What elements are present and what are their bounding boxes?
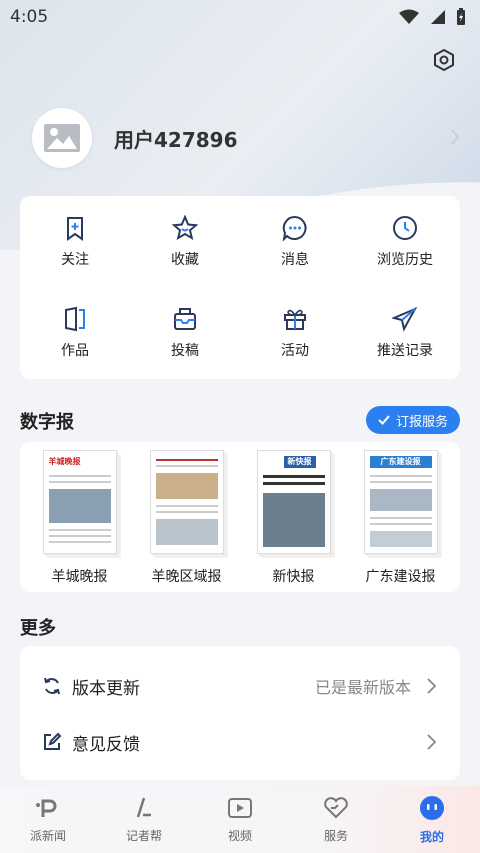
username: 用户427896: [114, 127, 238, 152]
inbox-icon: [174, 308, 196, 330]
quick-action-label: 活动: [281, 343, 309, 359]
quick-action-1[interactable]: 关注: [20, 196, 130, 287]
tab-mine[interactable]: 我的: [384, 786, 480, 853]
quick-action-label: 投稿: [171, 343, 199, 359]
newspaper-cover: 新快报: [256, 450, 331, 554]
status-bar: 4:05: [0, 0, 480, 34]
quick-action-label: 消息: [281, 251, 309, 268]
message-icon: [282, 215, 307, 241]
tab-reporter[interactable]: 记者帮: [96, 786, 192, 853]
feedback-row[interactable]: 意见反馈: [20, 714, 460, 770]
quick-actions-card: 关注 收藏 消息 浏览历史作品 投稿 活动 推送记录: [20, 196, 460, 379]
newspaper-cover: [149, 450, 224, 554]
heart-icon: [324, 797, 348, 819]
tab-service[interactable]: 服务: [288, 786, 384, 853]
quick-action-label: 浏览历史: [377, 251, 433, 268]
reporter-icon: [136, 797, 151, 818]
quick-action-label: 推送记录: [377, 343, 433, 359]
version-status: 已是最新版本: [314, 678, 411, 697]
status-time: 4:05: [10, 7, 49, 27]
play-icon: [228, 798, 252, 818]
settings-icon: [434, 48, 454, 72]
digital-paper-title: 数字报: [20, 412, 74, 433]
version-update-label: 版本更新: [72, 678, 140, 699]
newspaper-name: 羊城晚报: [51, 569, 108, 585]
edit-icon: [44, 732, 62, 750]
newspaper-name: 新快报: [272, 569, 315, 585]
send-icon: [392, 306, 418, 332]
quick-action-8[interactable]: 推送记录: [350, 287, 460, 379]
face-icon: [420, 796, 444, 820]
newspaper-name: 广东建设报: [365, 569, 436, 585]
subscribe-label: 订报服务: [395, 414, 448, 430]
quick-action-label: 关注: [61, 251, 89, 268]
tab-video[interactable]: 视频: [192, 786, 288, 853]
bottom-tab-bar: 派新闻 记者帮 视频 服务 我的: [0, 786, 480, 853]
newspaper-name: 羊晚区域报: [151, 569, 222, 585]
clock-icon: [393, 215, 417, 240]
works-icon: [65, 306, 85, 332]
newspaper-item[interactable]: 羊城晚报 羊城晚报: [30, 450, 130, 592]
chevron-right-icon: [427, 678, 436, 694]
quick-action-label: 收藏: [171, 251, 199, 268]
quick-action-label: 作品: [61, 343, 89, 359]
refresh-icon: [44, 677, 60, 695]
quick-action-7[interactable]: 活动: [240, 287, 350, 379]
gift-icon: [284, 309, 306, 330]
more-title: 更多: [20, 618, 56, 639]
profile-header[interactable]: 用户427896: [32, 108, 238, 168]
tab-pai-news[interactable]: 派新闻: [0, 786, 96, 853]
subscribe-button[interactable]: 订报服务: [365, 406, 460, 434]
pai-icon: [36, 799, 57, 817]
newspaper-list: 羊城晚报 羊城晚报 羊晚区域报 新快报 新快报 广东建设报 广东建设报: [20, 442, 460, 592]
more-card: 版本更新 已是最新版本 意见反馈: [20, 646, 460, 780]
quick-action-5[interactable]: 作品: [20, 287, 130, 379]
quick-action-4[interactable]: 浏览历史: [350, 196, 460, 287]
avatar[interactable]: [32, 108, 92, 168]
newspaper-item[interactable]: 羊晚区域报: [137, 450, 237, 592]
battery-icon: [457, 8, 465, 25]
newspaper-cover: 广东建设报: [363, 450, 438, 554]
image-placeholder-icon: [44, 124, 80, 152]
version-update-row[interactable]: 版本更新 已是最新版本: [20, 658, 460, 714]
bookmark-add-icon: [67, 216, 83, 241]
feedback-label: 意见反馈: [72, 734, 140, 755]
newspaper-cover: 羊城晚报: [42, 450, 117, 554]
chevron-right-icon: [427, 734, 436, 750]
quick-action-2[interactable]: 收藏: [130, 196, 240, 287]
quick-action-6[interactable]: 投稿: [130, 287, 240, 379]
wifi-icon: [399, 9, 419, 24]
newspaper-item[interactable]: 新快报 新快报: [244, 450, 344, 592]
newspaper-item[interactable]: 广东建设报 广东建设报: [351, 450, 451, 592]
star-icon: [172, 214, 198, 240]
signal-icon: [431, 10, 445, 24]
check-icon: [378, 415, 390, 425]
settings-button[interactable]: [430, 46, 458, 74]
profile-chevron-icon: [451, 129, 460, 145]
quick-action-3[interactable]: 消息: [240, 196, 350, 287]
